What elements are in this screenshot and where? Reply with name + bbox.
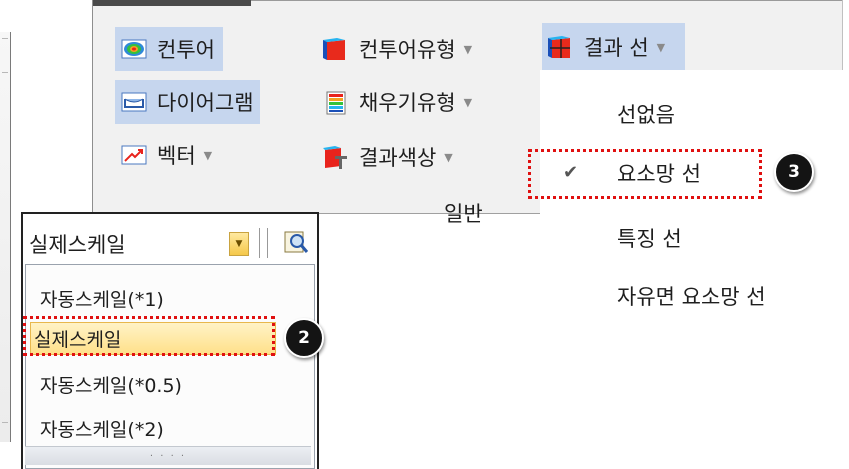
zoom-magnifier-icon[interactable] [283,230,309,256]
result-color-icon [323,146,349,169]
contour-type-button[interactable]: 컨투어유형 ▼ [323,30,472,68]
list-item[interactable]: 자동스케일(*0.5) [40,371,182,398]
fill-type-button[interactable]: 채우기유형 ▼ [323,83,472,121]
fill-type-label: 채우기유형 [359,91,456,115]
diagram-label: 다이어그램 [157,91,254,115]
chevron-down-icon: ▼ [463,95,473,109]
resize-grip[interactable]: · · · · [25,446,311,465]
contour-icon [121,38,147,60]
vector-label: 벡터 [157,144,196,168]
callout-badge-3: 3 [774,152,814,192]
list-item[interactable]: 자동스케일(*2) [40,415,164,442]
scale-options-list: 자동스케일(*1) 실제스케일 자동스케일(*0.5) 자동스케일(*2) [25,264,315,469]
chevron-down-icon: ▼ [656,40,666,54]
chevron-down-icon: ▼ [444,150,453,164]
chevron-down-icon: ▼ [463,42,473,56]
callout-badge-2: 2 [284,318,324,358]
diagram-icon [121,91,147,113]
contour-type-label: 컨투어유형 [359,38,456,62]
contour-button[interactable]: 컨투어 [115,27,223,71]
toolbar-separator [259,228,260,258]
list-item[interactable]: 자동스케일(*1) [40,285,164,312]
vector-icon [121,144,147,166]
callout-box-2 [23,316,275,356]
result-color-button[interactable]: 결과색상 ▼ [323,138,453,176]
result-line-label: 결과 선 [584,36,649,60]
ribbon-top-border [251,0,842,1]
result-line-icon [548,36,574,58]
menu-item-feature-line[interactable]: 특징 선 [617,223,682,253]
menu-item-no-line[interactable]: 선없음 [617,99,675,129]
menu-item-free-face-mesh-line[interactable]: 자유면 요소망 선 [617,281,766,311]
result-line-menu: 선없음 ✔ 요소망 선 특징 선 자유면 요소망 선 [540,70,849,330]
diagram-button[interactable]: 다이어그램 [115,80,260,124]
fill-type-icon [323,91,349,115]
scale-combo-value: 실제스케일 [29,233,126,257]
vector-button[interactable]: 벡터 ▼ [121,136,212,174]
contour-label: 컨투어 [157,38,215,62]
contour-type-icon [323,38,349,60]
chevron-down-icon: ▼ [203,148,213,162]
toolbar-separator [267,228,268,258]
ribbon-top-edge [93,0,251,6]
result-line-button[interactable]: 결과 선 ▼ [542,23,686,71]
ribbon-group-label: 일반 [444,202,483,226]
combo-dropdown-arrow-icon[interactable]: ▼ [229,232,249,256]
background-window-edge [0,32,11,442]
result-color-label: 결과색상 [359,146,437,170]
callout-box-3 [528,149,762,199]
